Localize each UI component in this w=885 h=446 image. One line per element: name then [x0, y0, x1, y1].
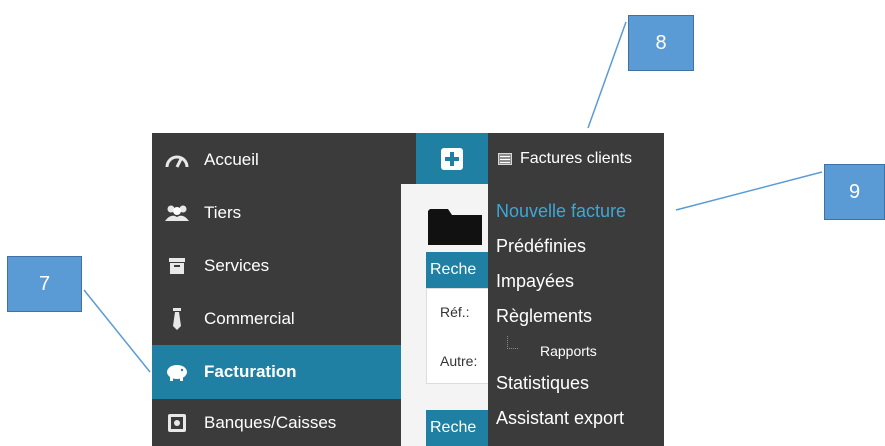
callout-8: 8	[628, 15, 694, 71]
callout-leader-lines	[83, 21, 823, 373]
callout-7: 7	[7, 256, 82, 312]
callout-9: 9	[824, 164, 885, 220]
